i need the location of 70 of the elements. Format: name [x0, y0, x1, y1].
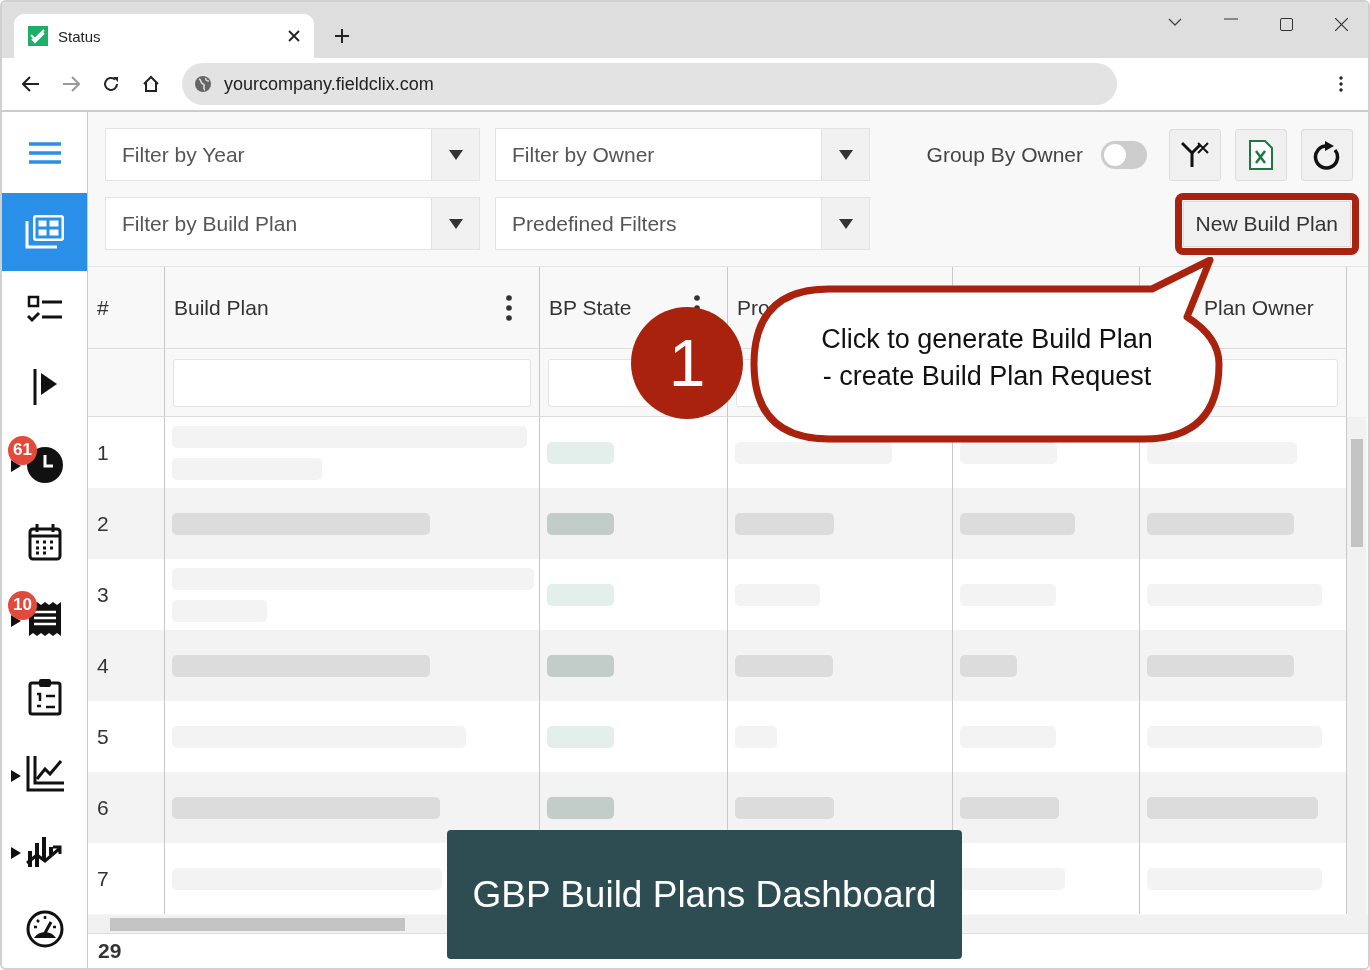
filter-dropdown[interactable]: Filter by Year [105, 128, 480, 181]
clear-filter-button[interactable] [1169, 128, 1221, 181]
expand-arrow-icon[interactable] [11, 847, 21, 860]
line-chart-icon [24, 755, 65, 794]
row-number: 5 [96, 724, 109, 749]
dropdown-arrow-icon [448, 149, 463, 160]
loading-placeholder [547, 725, 614, 748]
column-header[interactable]: BP State [549, 295, 632, 320]
globe-icon [194, 75, 212, 93]
row-number: 3 [96, 582, 109, 607]
excel-export-button[interactable] [1235, 128, 1287, 181]
close-icon[interactable] [288, 30, 300, 42]
filter-off-icon [1181, 140, 1209, 169]
flag-icon [31, 367, 58, 408]
expand-arrow-icon[interactable] [11, 769, 21, 782]
dropdown-arrow-icon [838, 149, 853, 160]
count-badge: 10 [8, 590, 37, 620]
new-build-plan-button[interactable]: New Build Plan [1182, 200, 1351, 247]
spreadsheet-icon [1249, 139, 1273, 170]
dropdown-arrow-icon [448, 218, 463, 229]
count-badge: 61 [8, 435, 37, 465]
row-number: 7 [96, 866, 109, 891]
dropdown-arrow-icon [838, 218, 853, 229]
sidebar-item[interactable]: 61 [2, 425, 87, 504]
new-tab-icon[interactable] [334, 28, 350, 44]
clipboard-icon [27, 677, 62, 716]
row-number: 4 [96, 653, 109, 678]
loading-placeholder [547, 512, 614, 535]
close-icon[interactable] [1335, 18, 1348, 31]
row-number: 6 [96, 795, 109, 820]
browser-tab[interactable]: Status [14, 14, 314, 58]
loading-placeholder [547, 583, 614, 606]
address-bar[interactable]: yourcompany.fieldclix.com [182, 63, 1117, 105]
callout-text: Click to generate Build Plan - create Build Plan Request [821, 324, 1153, 392]
forward-icon[interactable] [62, 76, 80, 92]
menu-icon[interactable] [27, 140, 62, 165]
toggle-label: Group By Owner [926, 142, 1083, 167]
checklist-icon [26, 294, 63, 325]
loading-placeholder [547, 654, 614, 677]
back-icon[interactable] [22, 76, 40, 92]
maximize-icon[interactable] [1280, 18, 1293, 31]
column-header[interactable]: Build Plan [174, 295, 269, 320]
caption-toast: GBP Build Plans Dashboard [447, 830, 962, 959]
column-header[interactable]: # [97, 295, 109, 320]
column-header[interactable]: Plan Owner [1204, 295, 1314, 320]
vertical-scrollbar[interactable] [1347, 417, 1366, 915]
loading-placeholder [547, 441, 614, 464]
bar-trend-icon [25, 834, 64, 869]
column-menu-icon[interactable] [506, 294, 512, 321]
sidebar-item[interactable]: 10 [2, 580, 87, 659]
more-icon[interactable] [1339, 76, 1343, 92]
loading-placeholder [547, 796, 614, 819]
home-icon[interactable] [142, 75, 160, 93]
row-number: 2 [96, 511, 109, 536]
calendar-icon [27, 522, 62, 561]
row-count: 29 [98, 939, 122, 963]
check-icon [28, 26, 48, 46]
refresh-icon [1313, 139, 1341, 170]
column-filter-field[interactable] [173, 358, 531, 407]
filter-dropdown[interactable]: Predefined Filters [495, 197, 870, 250]
filter-dropdown[interactable]: Filter by Build Plan [105, 197, 480, 250]
reload-icon[interactable] [102, 75, 120, 93]
refresh-button[interactable] [1301, 128, 1353, 181]
tab-title: Status [58, 27, 102, 45]
grid-icon [23, 213, 66, 252]
chevron-down-icon[interactable] [1168, 18, 1182, 26]
toggle-switch[interactable] [1101, 140, 1147, 169]
row-number: 1 [96, 440, 109, 465]
filter-dropdown[interactable]: Filter by Owner [495, 128, 870, 181]
gauge-icon [25, 910, 64, 949]
